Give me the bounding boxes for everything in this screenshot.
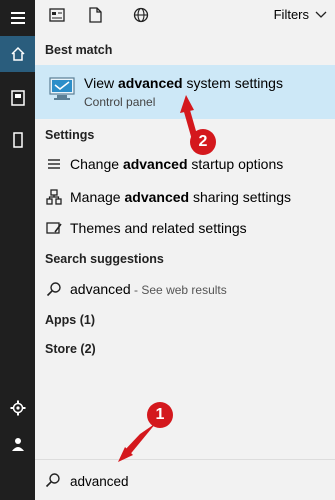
callout-2: 2 [190, 129, 216, 155]
arrow-2-head [180, 95, 194, 113]
callout-1: 1 [147, 402, 173, 428]
